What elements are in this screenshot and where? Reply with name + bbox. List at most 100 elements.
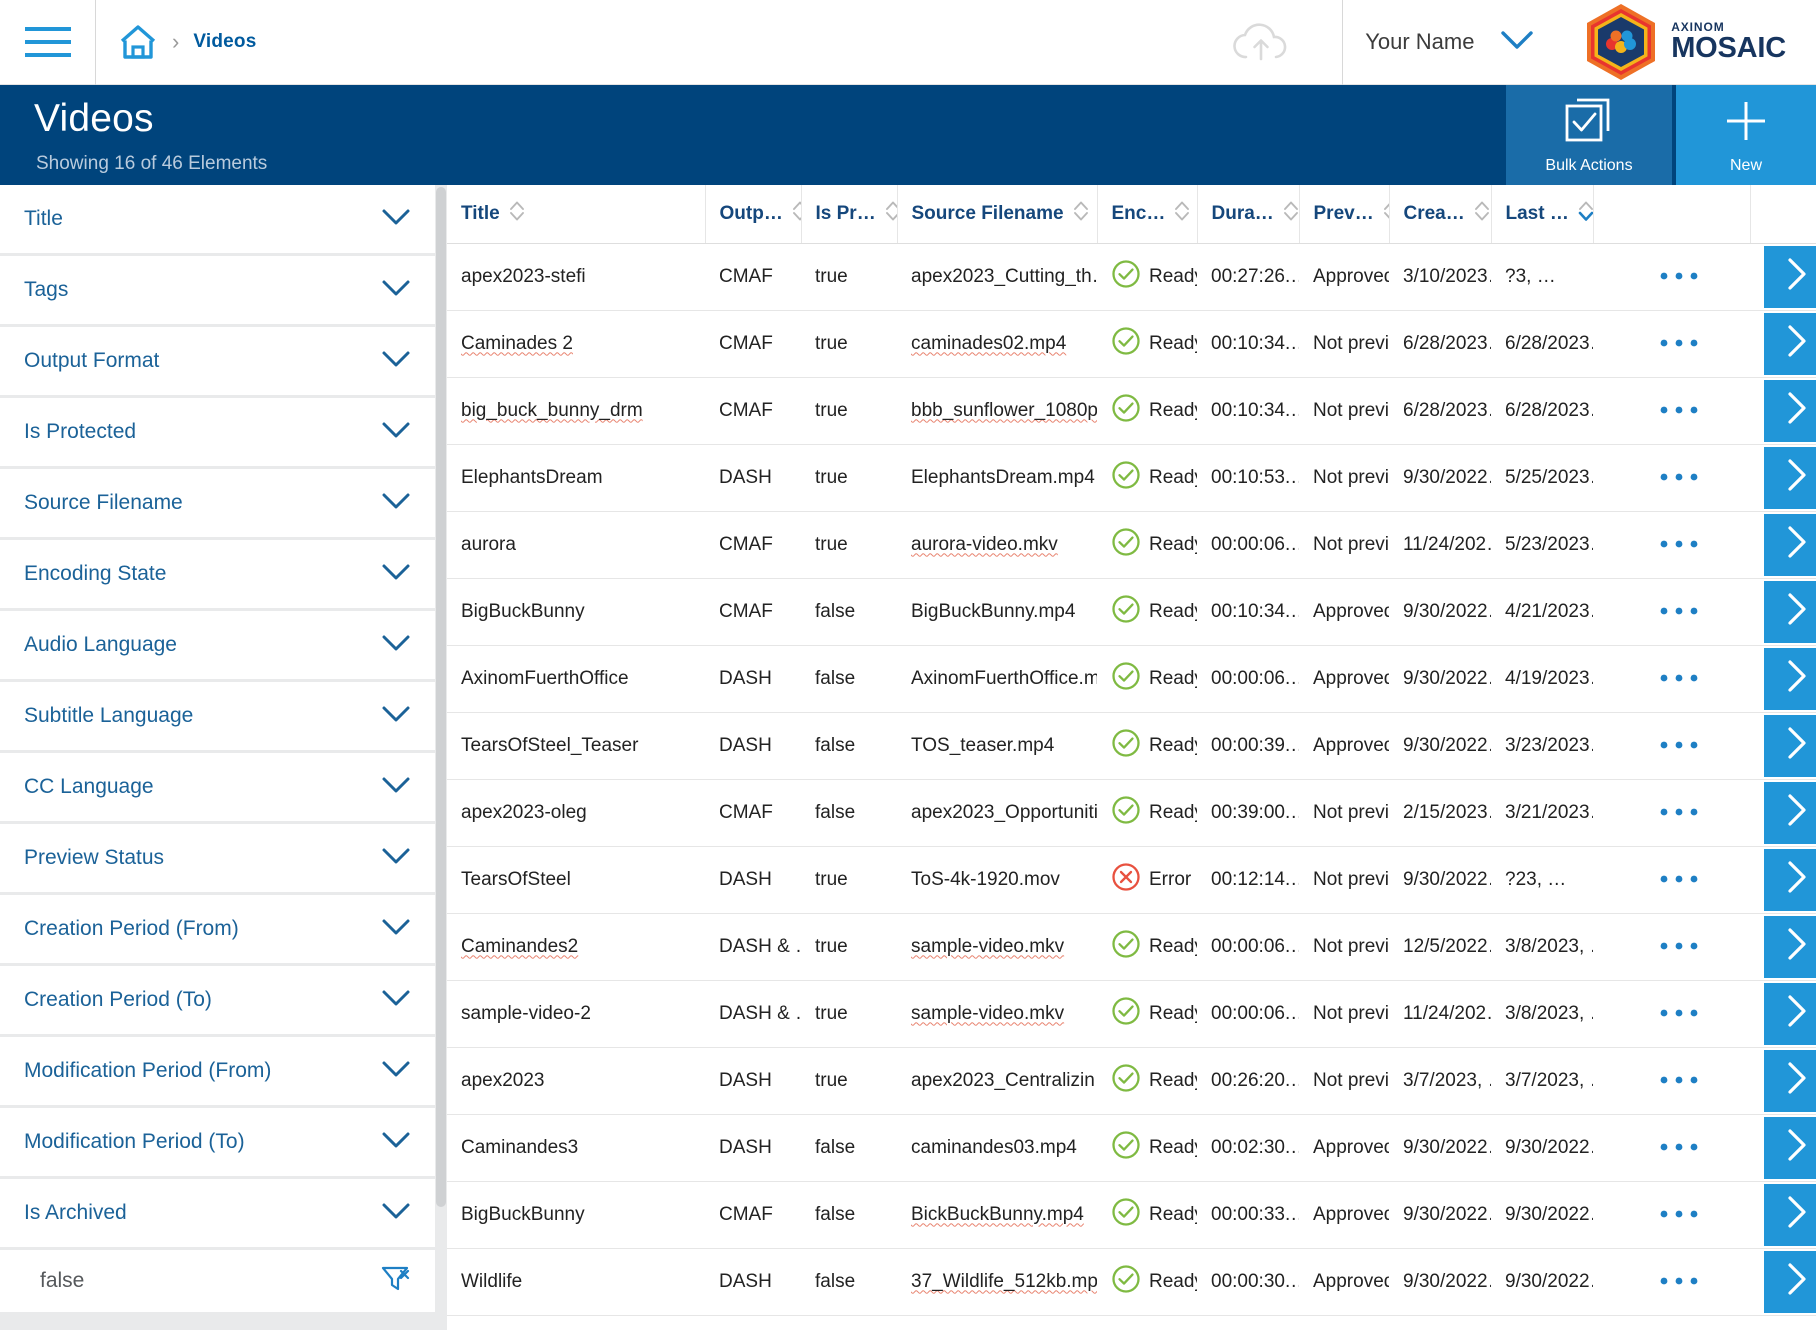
table-row[interactable]: Caminandes3 DASH false caminandes03.mp4 Read… (447, 1114, 1816, 1182)
table-row[interactable]: Caminandes2 DASH & …true sample-video.mkv R… (447, 913, 1816, 981)
open-row-button[interactable] (1764, 1049, 1816, 1112)
column-header-dura[interactable]: Dura… (1197, 185, 1300, 244)
filter-encoding-state[interactable]: Encoding State (0, 540, 447, 608)
table-row[interactable]: big_buck_bunny_drm CMAF true bbb_sunflower_… (447, 377, 1816, 445)
chevron-down-icon[interactable] (381, 491, 411, 516)
chevron-down-icon[interactable] (381, 846, 411, 871)
table-row[interactable]: BigBuckBunny CMAF false BigBuckBunny.mp4 Rea… (447, 578, 1816, 646)
chevron-down-icon[interactable] (381, 1130, 411, 1155)
row-options-button[interactable] (1593, 243, 1750, 311)
chevron-down-icon[interactable] (1500, 29, 1534, 56)
row-options-button[interactable] (1593, 511, 1750, 579)
filter-preview-status[interactable]: Preview Status (0, 824, 447, 892)
more-options-icon[interactable] (1658, 601, 1700, 623)
chevron-down-icon[interactable] (381, 207, 411, 232)
open-row-button[interactable] (1764, 245, 1816, 308)
more-options-icon[interactable] (1658, 467, 1700, 489)
more-options-icon[interactable] (1658, 802, 1700, 824)
more-options-icon[interactable] (1658, 333, 1700, 355)
table-row[interactable]: TearsOfSteel DASH true ToS-4k-1920.mov Error… (447, 846, 1816, 914)
cloud-upload-icon[interactable] (1226, 12, 1296, 72)
filter-subtitle-language[interactable]: Subtitle Language (0, 682, 447, 750)
more-options-icon[interactable] (1658, 735, 1700, 757)
table-row[interactable]: apex2023 DASH true apex2023_Centralizin… Rea… (447, 1047, 1816, 1115)
more-options-icon[interactable] (1658, 534, 1700, 556)
open-row-button[interactable] (1764, 1183, 1816, 1246)
open-row-button[interactable] (1764, 915, 1816, 978)
filter-modification-period-from[interactable]: Modification Period (From) (0, 1037, 447, 1105)
table-row[interactable]: ElephantsDream DASH true ElephantsDream.mp4… (447, 444, 1816, 512)
table-row[interactable]: sample-video-2 DASH & …true sample-video.m… (447, 980, 1816, 1048)
row-options-button[interactable] (1593, 645, 1750, 713)
filter-creation-period-from[interactable]: Creation Period (From) (0, 895, 447, 963)
row-options-button[interactable] (1593, 310, 1750, 378)
open-row-button[interactable] (1764, 312, 1816, 375)
column-header-crea[interactable]: Crea… (1389, 185, 1492, 244)
more-options-icon[interactable] (1658, 936, 1700, 958)
open-row-button[interactable] (1764, 1250, 1816, 1313)
sidebar-scrollbar-thumb[interactable] (436, 187, 446, 1207)
chevron-down-icon[interactable] (381, 704, 411, 729)
table-row[interactable]: AxinomFuerthOffice DASH false AxinomFuerthO… (447, 645, 1816, 713)
filter-source-filename[interactable]: Source Filename (0, 469, 447, 537)
more-options-icon[interactable] (1658, 869, 1700, 891)
table-row[interactable]: apex2023-stefi CMAF true apex2023_Cutting_t… (447, 243, 1816, 311)
home-icon[interactable] (118, 22, 158, 62)
filter-output-format[interactable]: Output Format (0, 327, 447, 395)
open-row-button[interactable] (1764, 513, 1816, 576)
sort-toggle-icon[interactable] (792, 200, 800, 228)
filter-modification-period-to[interactable]: Modification Period (To) (0, 1108, 447, 1176)
table-row[interactable]: BigBuckBunny CMAF false BickBuckBunny.mp4 Re… (447, 1181, 1816, 1249)
open-row-button[interactable] (1764, 379, 1816, 442)
filter-creation-period-to[interactable]: Creation Period (To) (0, 966, 447, 1034)
more-options-icon[interactable] (1658, 400, 1700, 422)
open-row-button[interactable] (1764, 446, 1816, 509)
sidebar-scrollbar[interactable] (435, 185, 447, 1330)
filter-is-archived[interactable]: Is Archived (0, 1179, 447, 1247)
more-options-icon[interactable] (1658, 1204, 1700, 1226)
sort-toggle-icon[interactable] (1283, 200, 1298, 228)
open-row-button[interactable] (1764, 848, 1816, 911)
chevron-down-icon[interactable] (381, 1059, 411, 1084)
table-row[interactable]: Wildlife DASH false 37_Wildlife_512kb.mp4 Re… (447, 1248, 1816, 1316)
hamburger-menu-button[interactable] (0, 0, 96, 85)
open-row-button[interactable] (1764, 781, 1816, 844)
sort-toggle-icon[interactable] (1073, 200, 1089, 228)
filter-audio-language[interactable]: Audio Language (0, 611, 447, 679)
sort-toggle-icon[interactable] (1174, 200, 1190, 228)
column-header-title[interactable]: Title (447, 185, 706, 244)
row-options-button[interactable] (1593, 1181, 1750, 1249)
chevron-down-icon[interactable] (381, 278, 411, 303)
row-options-button[interactable] (1593, 980, 1750, 1048)
more-options-icon[interactable] (1658, 1137, 1700, 1159)
row-options-button[interactable] (1593, 712, 1750, 780)
column-header-prev[interactable]: Prev… (1299, 185, 1390, 244)
more-options-icon[interactable] (1658, 1271, 1700, 1293)
row-options-button[interactable] (1593, 1248, 1750, 1316)
sort-toggle-icon[interactable] (1578, 200, 1592, 228)
sort-toggle-icon[interactable] (885, 200, 896, 228)
table-row[interactable]: aurora CMAFtrue aurora-video.mkv Ready00:00… (447, 511, 1816, 579)
table-row[interactable]: TearsOfSteel_Teaser DASH false TOS_teaser.m… (447, 712, 1816, 780)
chevron-down-icon[interactable] (381, 562, 411, 587)
column-header-is-pr[interactable]: Is Pr… (801, 185, 898, 244)
breadcrumb-current[interactable]: Videos (193, 31, 256, 53)
sort-toggle-icon[interactable] (509, 200, 525, 228)
sort-toggle-icon[interactable] (1383, 200, 1388, 228)
chevron-down-icon[interactable] (381, 349, 411, 374)
row-options-button[interactable] (1593, 377, 1750, 445)
open-row-button[interactable] (1764, 1116, 1816, 1179)
chevron-down-icon[interactable] (381, 917, 411, 942)
open-row-button[interactable] (1764, 580, 1816, 643)
more-options-icon[interactable] (1658, 668, 1700, 690)
chevron-down-icon[interactable] (381, 420, 411, 445)
row-options-button[interactable] (1593, 779, 1750, 847)
filter-title[interactable]: Title (0, 185, 447, 253)
sort-toggle-icon[interactable] (1474, 200, 1490, 228)
bulk-actions-button[interactable]: Bulk Actions (1506, 85, 1672, 185)
user-menu[interactable]: Your Name (1342, 0, 1565, 85)
chevron-down-icon[interactable] (381, 988, 411, 1013)
chevron-down-icon[interactable] (381, 1201, 411, 1226)
open-row-button[interactable] (1764, 982, 1816, 1045)
row-options-button[interactable] (1593, 846, 1750, 914)
